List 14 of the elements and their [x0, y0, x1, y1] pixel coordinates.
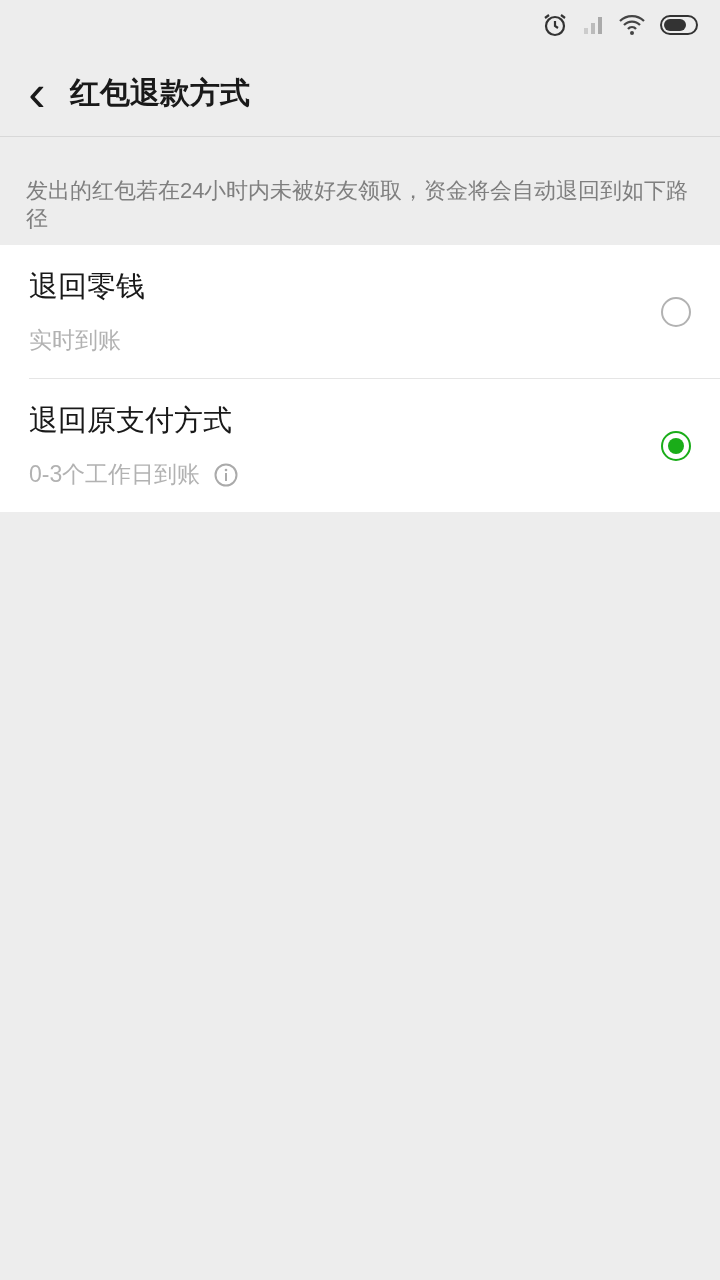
option-subtitle: 0-3个工作日到账: [29, 460, 201, 489]
radio-button[interactable]: [661, 296, 691, 327]
description-text: 发出的红包若在24小时内未被好友领取，资金将会自动退回到如下路径: [25, 177, 690, 233]
wifi-icon: [618, 13, 646, 37]
battery-icon: [660, 14, 700, 36]
radio-button[interactable]: [661, 430, 691, 461]
page-title: 红包退款方式: [70, 74, 250, 111]
option-subtitle: 实时到账: [29, 326, 121, 355]
option-title[interactable]: 退回零钱: [29, 267, 661, 307]
signal-icon: [582, 14, 604, 36]
info-icon[interactable]: [214, 462, 239, 487]
option-title[interactable]: 退回原支付方式: [29, 401, 661, 441]
alarm-icon: [542, 12, 568, 38]
back-button[interactable]: ‹: [22, 73, 52, 113]
